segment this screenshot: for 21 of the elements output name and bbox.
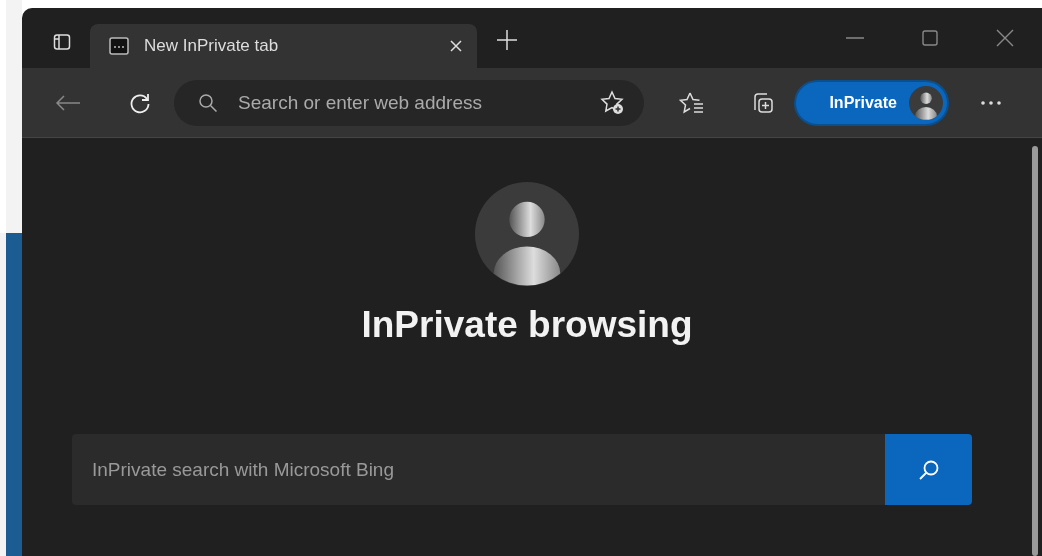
- more-icon[interactable]: [981, 100, 1001, 105]
- close-tab-icon[interactable]: [449, 39, 463, 53]
- search-field[interactable]: InPrivate search with Microsoft Bing: [72, 434, 885, 505]
- tab-actions-icon[interactable]: [52, 32, 72, 52]
- address-bar[interactable]: Search or enter web address: [174, 79, 644, 126]
- close-icon[interactable]: [994, 28, 1015, 48]
- page-icon: [108, 36, 130, 56]
- maximize-icon[interactable]: [920, 29, 939, 47]
- browser-tab[interactable]: New InPrivate tab: [90, 24, 477, 68]
- scrollbar[interactable]: [1032, 146, 1038, 556]
- address-field[interactable]: Search or enter web address: [236, 90, 582, 115]
- back-arrow-icon[interactable]: [55, 94, 81, 111]
- inprivate-button[interactable]: InPrivate: [794, 79, 949, 126]
- avatar-icon: [475, 182, 579, 286]
- star-plus-icon[interactable]: [600, 89, 626, 116]
- minimize-icon[interactable]: [844, 36, 865, 40]
- page-heading: InPrivate browsing: [361, 304, 693, 346]
- avatar-icon: [909, 85, 943, 120]
- plus-icon[interactable]: [495, 28, 519, 52]
- favorites-icon[interactable]: [679, 90, 705, 115]
- search-icon: [198, 92, 218, 113]
